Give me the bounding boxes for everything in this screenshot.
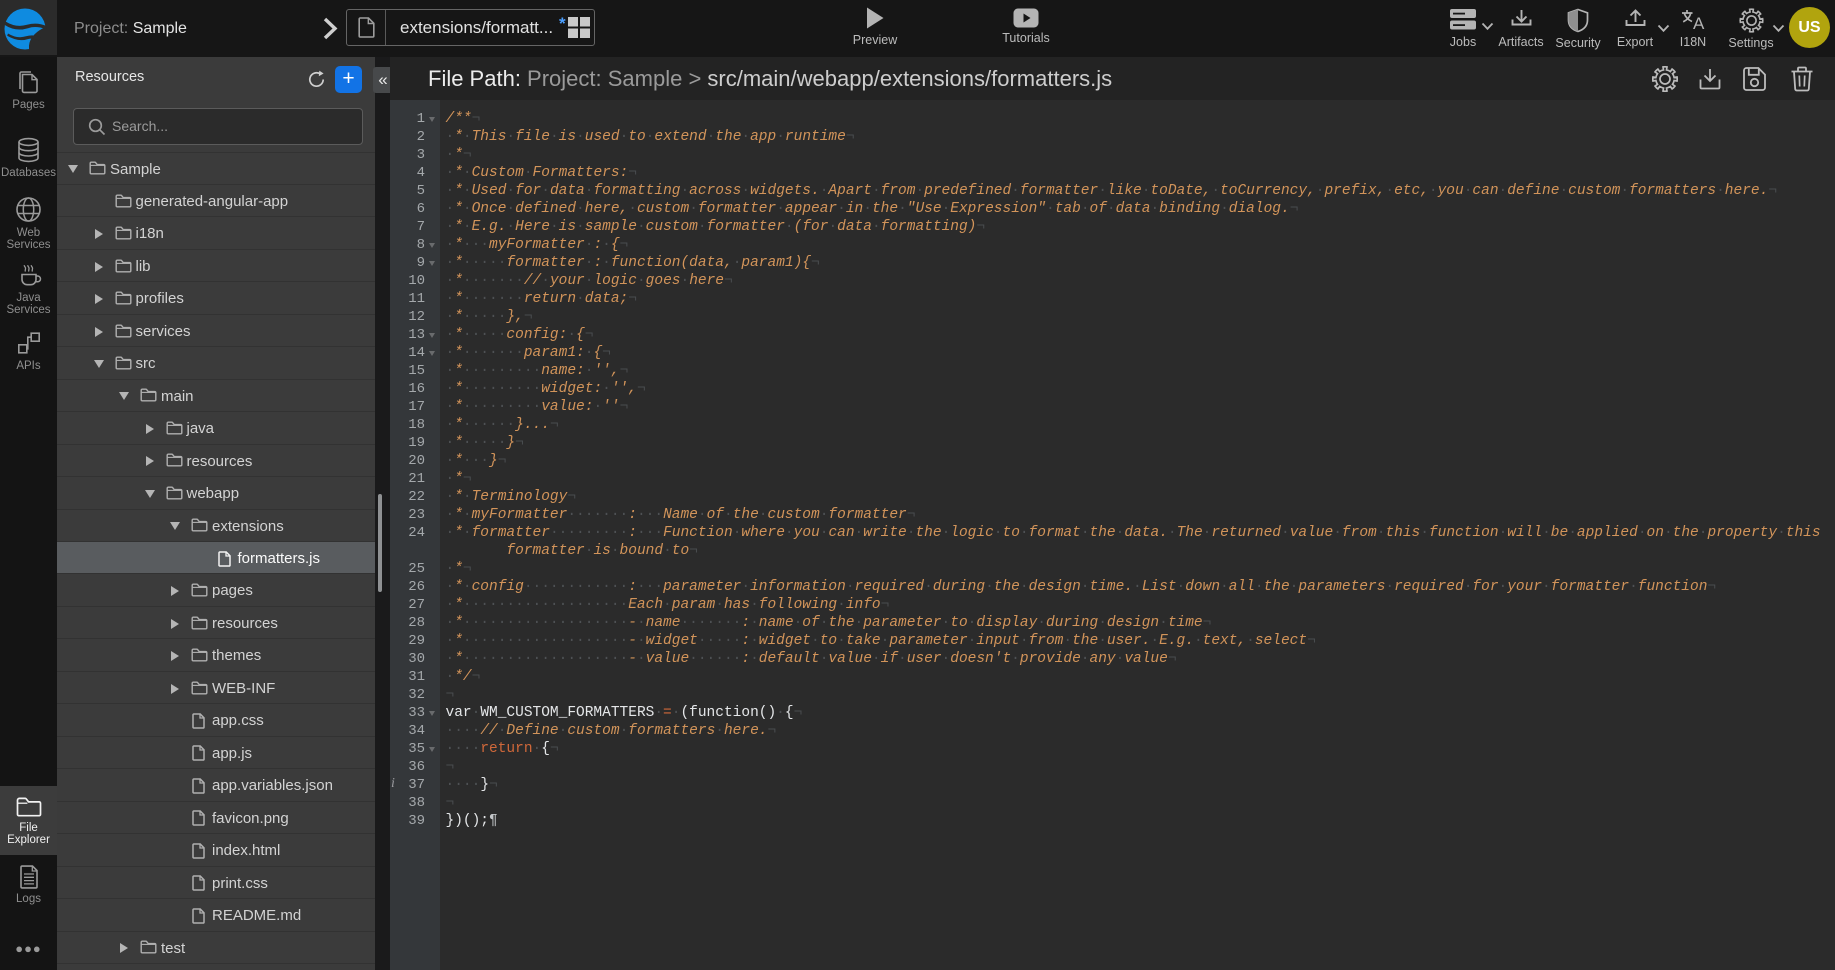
svg-text:A: A xyxy=(1693,14,1705,32)
